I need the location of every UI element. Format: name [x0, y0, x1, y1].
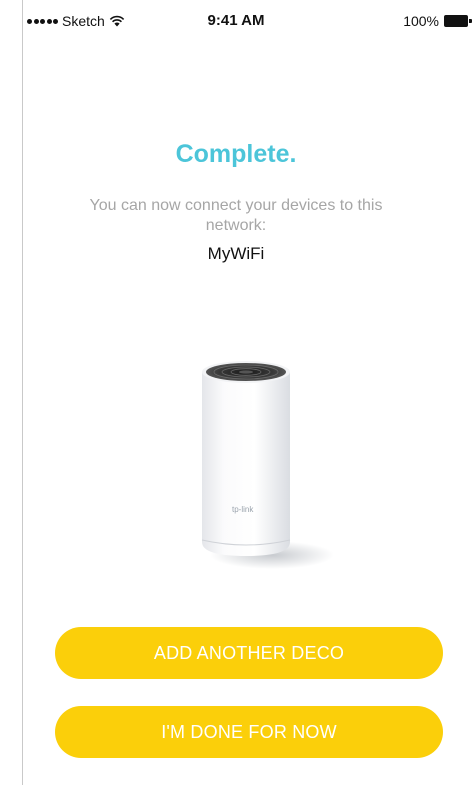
add-another-deco-button[interactable]: ADD ANOTHER DECO [55, 627, 443, 679]
battery-icon [444, 15, 472, 27]
connect-message: You can now connect your devices to this… [89, 197, 383, 234]
status-time: 9:41 AM [207, 12, 265, 29]
network-name: MyWiFi [207, 244, 265, 263]
complete-screen: Sketch 9:41 AM 100% Complete. You can no… [0, 0, 472, 785]
status-bar: Sketch 9:41 AM 100% [0, 0, 472, 40]
status-right: 100% [403, 13, 472, 29]
deco-device-image: tp-link [201, 361, 334, 569]
battery-percent: 100% [403, 13, 439, 29]
screen-edge [22, 0, 23, 785]
tp-link-logo: tp-link [232, 505, 254, 514]
done-for-now-button[interactable]: I'M DONE FOR NOW [55, 706, 443, 758]
page-title: Complete. [175, 140, 297, 168]
